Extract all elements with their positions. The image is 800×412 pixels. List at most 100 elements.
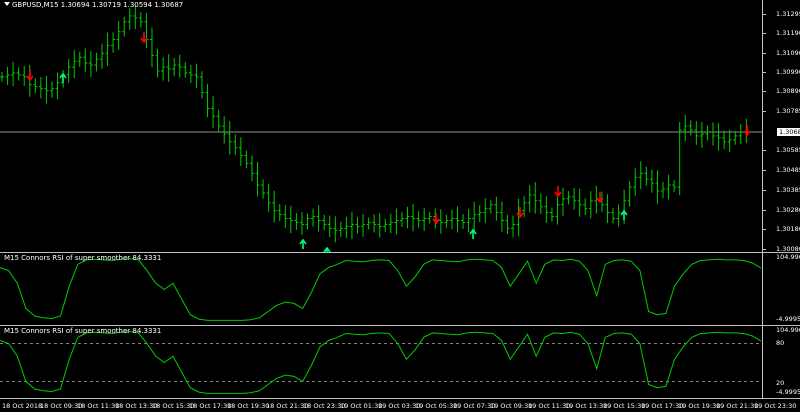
price-bar [505, 214, 510, 235]
time-axis-label: 18 Oct 17:30 [189, 402, 232, 410]
price-bar [277, 204, 282, 222]
time-axis-label: 19 Oct 13:30 [565, 402, 608, 410]
price-bar [361, 214, 366, 237]
price-bar [83, 48, 88, 72]
price-bar [5, 66, 10, 85]
indicator-tick-label: 80 [776, 339, 785, 347]
price-bar [466, 208, 471, 233]
price-bar [166, 54, 171, 82]
dropdown-triangle-icon[interactable] [4, 2, 10, 6]
time-axis-label: 19 Oct 05:30 [415, 402, 458, 410]
price-chart[interactable] [0, 0, 762, 253]
indicator-2-title: M15 Connors RSI of super smoother 84.333… [4, 327, 162, 335]
price-bar [638, 161, 643, 190]
price-bar [311, 208, 316, 227]
price-bar [683, 114, 688, 142]
price-bar [227, 121, 232, 155]
price-axis[interactable] [762, 0, 800, 253]
price-bar [0, 71, 4, 82]
price-bar [344, 216, 349, 238]
price-tick-mark [762, 190, 766, 191]
time-axis-label: 19 Oct 21:30 [716, 402, 759, 410]
sell-arrow-icon [432, 213, 440, 225]
indicator-tick-label: 20 [776, 379, 785, 387]
price-bar [199, 71, 204, 99]
price-bar [399, 212, 404, 227]
price-bar [305, 213, 310, 230]
price-bar [561, 187, 566, 216]
price-tick-mark [762, 249, 766, 250]
price-bar [183, 62, 188, 78]
price-bar [355, 217, 360, 234]
price-tick-mark [762, 170, 766, 171]
time-axis-label: 19 Oct 19:30 [678, 402, 721, 410]
price-tick-label: 1.30080 [776, 245, 800, 253]
current-price-label: 1.30687 [777, 128, 800, 136]
price-bar [583, 198, 588, 216]
price-bar [427, 211, 432, 224]
price-bar [349, 211, 354, 240]
price-bar [366, 217, 371, 230]
price-bar [255, 162, 260, 197]
price-bar [177, 54, 182, 78]
price-bar [699, 121, 704, 148]
indicator-tick-label: 104.9966 [776, 326, 800, 334]
price-bar [733, 130, 738, 145]
price-bar [94, 52, 99, 72]
buy-arrow-icon [469, 228, 477, 239]
price-bar [588, 191, 593, 219]
price-bar [477, 205, 482, 222]
price-bar [388, 213, 393, 234]
price-bar [116, 21, 121, 50]
price-bar [627, 181, 632, 207]
price-bar [105, 32, 110, 67]
indicator-1-chart[interactable] [0, 253, 762, 326]
price-bar [138, 12, 143, 28]
price-bar [649, 169, 654, 193]
price-bar [538, 193, 543, 214]
price-bar [394, 208, 399, 235]
price-bar [272, 190, 277, 223]
price-bar [711, 122, 716, 146]
price-tick-label: 1.30180 [776, 225, 800, 233]
price-bar [611, 207, 616, 224]
price-tick-label: 1.30385 [776, 186, 800, 194]
price-bar [449, 209, 454, 230]
price-bar [666, 174, 671, 200]
price-bar [88, 51, 93, 78]
time-axis-label: 19 Oct 23:30 [754, 402, 797, 410]
price-bar [511, 215, 516, 238]
indicator-2-chart[interactable] [0, 326, 762, 399]
price-tick-label: 1.30990 [776, 68, 800, 76]
price-bar [249, 155, 254, 182]
buy-arrow-icon [620, 209, 628, 220]
time-axis-label: 19 Oct 01:30 [340, 402, 383, 410]
price-tick-label: 1.30585 [776, 146, 800, 154]
indicator-1-panel[interactable]: M15 Connors RSI of super smoother 84.333… [0, 253, 800, 326]
price-tick-mark [762, 72, 766, 73]
price-bar [461, 214, 466, 229]
price-bar [472, 201, 477, 232]
price-bar [172, 57, 177, 77]
price-bar [422, 208, 427, 231]
price-bar [455, 206, 460, 233]
time-axis[interactable]: 18 Oct 2018 18 Oct 09:30 18 Oct 11:30 18 Oc… [0, 399, 800, 412]
time-axis-label: 18 Oct 2018 [2, 402, 43, 410]
sell-arrow-icon [516, 207, 524, 219]
price-tick-mark [762, 33, 766, 34]
price-bar [566, 191, 571, 205]
price-bar [555, 196, 560, 225]
indicator-1-title: M15 Connors RSI of super smoother 84.333… [4, 254, 162, 262]
price-bar [633, 168, 638, 196]
price-bar [77, 51, 82, 67]
price-bar [411, 203, 416, 232]
price-bar [144, 12, 149, 49]
price-bar [644, 166, 649, 186]
price-bar [233, 134, 238, 155]
buy-arrow-icon [299, 238, 307, 249]
main-chart-panel[interactable]: GBPUSD,M15 1.30694 1.30719 1.30594 1.306… [0, 0, 800, 253]
indicator-2-panel[interactable]: M15 Connors RSI of super smoother 84.333… [0, 326, 800, 399]
price-bar [122, 16, 127, 37]
price-bar [727, 129, 732, 153]
price-bar [194, 63, 199, 89]
